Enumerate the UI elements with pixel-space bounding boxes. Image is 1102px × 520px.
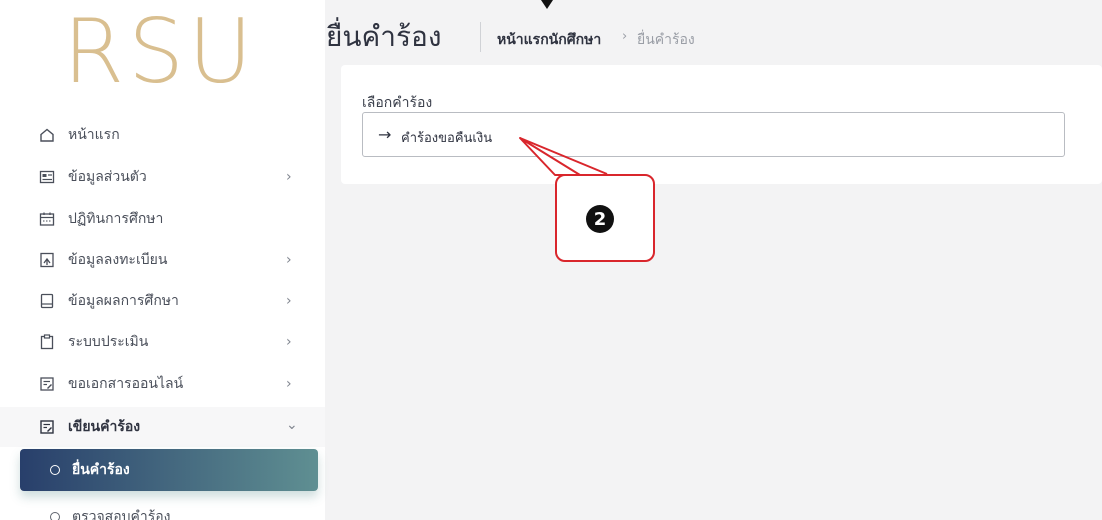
- request-card: เลือกคำร้อง → คำร้องขอคืนเงิน: [341, 65, 1102, 184]
- sidebar-item-personal-info[interactable]: ข้อมูลส่วนตัว ›: [0, 157, 325, 197]
- bullet-circle-icon: [50, 465, 60, 475]
- sidebar-subitem-label: ยื่นคำร้อง: [72, 462, 130, 478]
- sidebar-item-online-documents[interactable]: ขอเอกสารออนไลน์ ›: [0, 364, 325, 404]
- sidebar-item-label: หน้าแรก: [68, 127, 120, 143]
- sidebar-item-evaluation[interactable]: ระบบประเมิน ›: [0, 322, 325, 362]
- pointer-mark-icon: [541, 0, 553, 9]
- arrow-right-icon: →: [378, 125, 392, 144]
- header-divider: [480, 22, 481, 52]
- home-icon: [38, 126, 56, 144]
- breadcrumb-separator: ›: [622, 29, 628, 44]
- select-request-value: คำร้องขอคืนเงิน: [401, 131, 493, 146]
- document-edit-icon: [38, 418, 56, 436]
- chevron-down-icon: ⌄: [286, 417, 298, 433]
- select-request-label: เลือกคำร้อง: [362, 95, 433, 111]
- sidebar-item-write-request[interactable]: เขียนคำร้อง ⌄: [0, 407, 325, 447]
- sidebar-subitem-check-request[interactable]: ตรวจสอบคำร้อง: [20, 496, 318, 520]
- document-edit-icon: [38, 375, 56, 393]
- sidebar-subitem-label: ตรวจสอบคำร้อง: [72, 509, 171, 520]
- bullet-circle-icon: [50, 512, 60, 520]
- sidebar-item-label: ข้อมูลลงทะเบียน: [68, 252, 168, 268]
- chevron-right-icon: ›: [286, 334, 292, 350]
- sidebar-item-label: ข้อมูลส่วนตัว: [68, 169, 147, 185]
- page-title: ยื่นคำร้อง: [326, 20, 442, 53]
- sidebar-item-label: ขอเอกสารออนไลน์: [68, 376, 184, 392]
- chevron-right-icon: ›: [286, 376, 292, 392]
- register-icon: [38, 251, 56, 269]
- sidebar-item-label: ข้อมูลผลการศึกษา: [68, 293, 179, 309]
- sidebar-item-grades[interactable]: ข้อมูลผลการศึกษา ›: [0, 281, 325, 321]
- annotation-callout-box: 2: [555, 174, 655, 262]
- sidebar-item-label: ระบบประเมิน: [68, 334, 149, 350]
- sidebar-subitem-submit-request[interactable]: ยื่นคำร้อง: [20, 449, 318, 491]
- clipboard-icon: [38, 333, 56, 351]
- sidebar-item-registration[interactable]: ข้อมูลลงทะเบียน ›: [0, 240, 325, 280]
- calendar-icon: [38, 210, 56, 228]
- sidebar: RSU หน้าแรก ข้อมูลส่วนตัว › ปฏิทินการศึก…: [0, 0, 325, 520]
- step-number-badge: 2: [586, 205, 614, 233]
- sidebar-item-calendar[interactable]: ปฏิทินการศึกษา: [0, 199, 325, 239]
- sidebar-item-label: ปฏิทินการศึกษา: [68, 211, 164, 227]
- chevron-right-icon: ›: [286, 169, 292, 185]
- id-card-icon: [38, 168, 56, 186]
- book-icon: [38, 292, 56, 310]
- rsu-logo: RSU: [63, 10, 257, 103]
- sidebar-item-home[interactable]: หน้าแรก: [0, 115, 325, 155]
- breadcrumb-home-link[interactable]: หน้าแรกนักศึกษา: [497, 29, 601, 51]
- sidebar-item-label: เขียนคำร้อง: [68, 419, 141, 435]
- refund-request-option[interactable]: → คำร้องขอคืนเงิน: [362, 112, 1065, 157]
- breadcrumb-current: ยื่นคำร้อง: [637, 32, 695, 48]
- chevron-right-icon: ›: [286, 293, 292, 309]
- chevron-right-icon: ›: [286, 252, 292, 268]
